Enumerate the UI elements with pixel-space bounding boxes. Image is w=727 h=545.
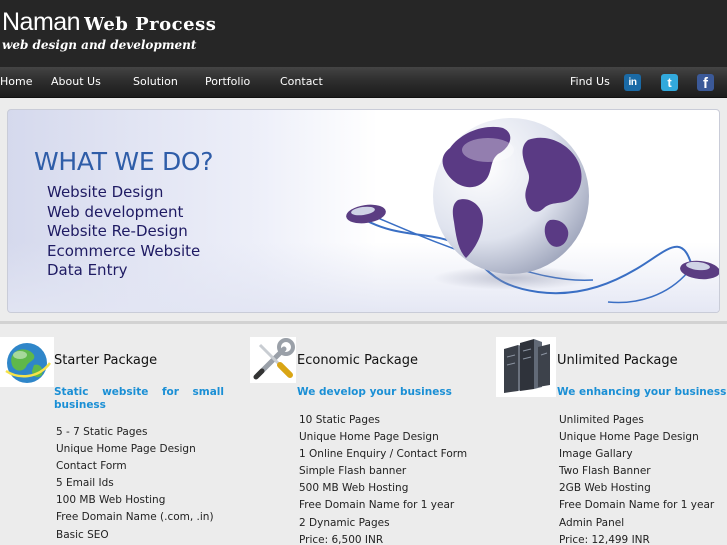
package-feature: Two Flash Banner — [559, 465, 651, 477]
package-title-unlimited: Unlimited Package — [557, 353, 678, 368]
nav-solution-link[interactable]: Solution — [133, 67, 178, 97]
package-price: Price: 12,499 INR — [559, 534, 650, 545]
package-subtitle-economic: We develop your business — [297, 386, 452, 398]
nav-contact-link[interactable]: Contact — [280, 67, 323, 97]
site-header: Naman Web Process web design and developm… — [0, 0, 727, 67]
package-subtitle-starter: Static website for small business — [54, 386, 224, 411]
package-feature: Image Gallary — [559, 448, 633, 460]
package-feature: Free Domain Name (.com, .in) — [56, 511, 214, 523]
package-feature: 100 MB Web Hosting — [56, 494, 166, 506]
facebook-icon[interactable]: f — [697, 74, 714, 92]
package-title-starter: Starter Package — [54, 353, 158, 368]
package-feature: Unlimited Pages — [559, 414, 644, 426]
server-icon — [496, 337, 556, 397]
package-feature: Free Domain Name for 1 year — [299, 499, 455, 511]
service-item: Website Re-Design — [47, 222, 188, 240]
package-feature: 10 Static Pages — [299, 414, 380, 426]
package-feature: 5 Email Ids — [56, 477, 114, 489]
package-feature: Contact Form — [56, 460, 127, 472]
package-price: Price: 6,500 INR — [299, 534, 384, 545]
package-title-economic: Economic Package — [297, 353, 418, 368]
find-us-label: Find Us — [570, 75, 610, 88]
site-tagline: web design and development — [2, 38, 197, 52]
package-feature: 1 Online Enquiry / Contact Form — [299, 448, 468, 460]
main-navigation: Home About Us Solution Portfolio Contact… — [0, 67, 727, 98]
logo-name-secondary: Web Process — [84, 14, 217, 35]
logo-name-primary: Naman — [2, 8, 81, 36]
package-feature: 2 Dynamic Pages — [299, 517, 390, 529]
package-feature: Admin Panel — [559, 517, 625, 529]
tools-icon — [250, 337, 296, 383]
site-logo[interactable]: Naman Web Process — [2, 8, 216, 37]
twitter-icon[interactable]: t — [661, 74, 678, 91]
package-subtitle-unlimited: We enhancing your business — [557, 386, 727, 398]
nav-home-link[interactable]: Home — [0, 67, 32, 97]
package-feature: Basic SEO — [56, 529, 109, 541]
package-feature: 2GB Web Hosting — [559, 482, 651, 494]
service-item: Web development — [47, 203, 184, 221]
banner-title: WHAT WE DO? — [34, 147, 214, 176]
package-feature: Free Domain Name for 1 year — [559, 499, 715, 511]
service-item: Data Entry — [47, 261, 128, 279]
package-feature: Unique Home Page Design — [299, 431, 439, 443]
package-feature: 5 - 7 Static Pages — [56, 426, 148, 438]
globe-mouse-illustration — [346, 118, 719, 304]
service-item: Ecommerce Website — [47, 242, 201, 260]
section-divider — [0, 321, 727, 324]
nav-portfolio-link[interactable]: Portfolio — [205, 67, 250, 97]
what-we-do-banner: WHAT WE DO? Website Design Web developme… — [7, 109, 720, 313]
service-item: Website Design — [47, 183, 164, 201]
nav-about-link[interactable]: About Us — [51, 67, 101, 97]
package-feature: Simple Flash banner — [299, 465, 407, 477]
globe-icon — [0, 337, 54, 387]
package-feature: Unique Home Page Design — [559, 431, 699, 443]
linkedin-icon[interactable]: in — [624, 74, 641, 91]
package-feature: Unique Home Page Design — [56, 443, 196, 455]
package-feature: 500 MB Web Hosting — [299, 482, 409, 494]
